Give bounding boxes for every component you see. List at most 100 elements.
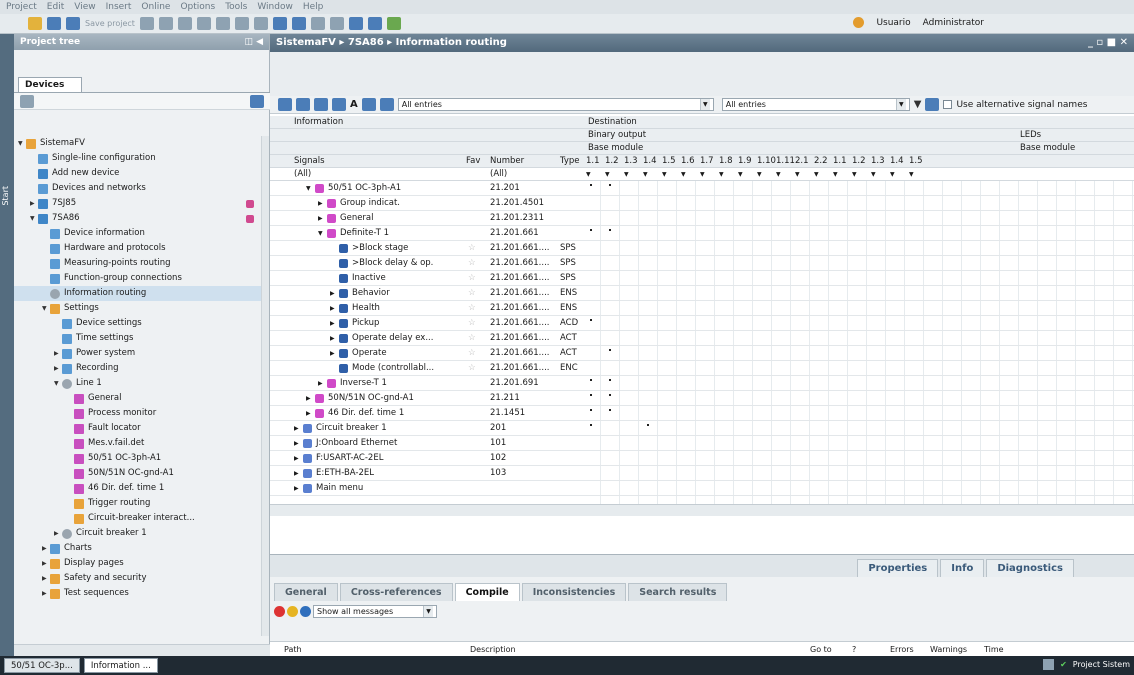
tab-properties[interactable]: Properties (857, 559, 939, 577)
table-row[interactable]: ▶ Group indicat. 21.201.4501 (270, 196, 1134, 211)
editor-hscrollbar[interactable] (270, 504, 1134, 516)
table-row[interactable]: ▶ 50N/51N OC-gnd-A1 21.211 (270, 391, 1134, 406)
collapse-icon[interactable]: ◫ ◀ (244, 37, 263, 47)
paste-icon[interactable] (196, 17, 211, 30)
tree-item[interactable]: Information routing (14, 286, 262, 301)
table-row[interactable]: ▶ F:USART-AC-2EL 102 (270, 451, 1134, 466)
table-row[interactable]: >Block delay & op. ☆ 21.201.661.... SPS (270, 256, 1134, 271)
column-filter-icon[interactable]: ▼ (662, 168, 667, 181)
expand-icon[interactable]: ▶ (306, 391, 311, 406)
filter-table-icon[interactable] (379, 98, 394, 111)
routing-mark[interactable] (590, 229, 592, 231)
expand-icon[interactable]: ▶ (42, 586, 50, 601)
column-filter-icon[interactable]: ▼ (852, 168, 857, 181)
layout-icon[interactable] (314, 98, 328, 111)
tree-item[interactable]: 50N/51N OC-gnd-A1 (14, 466, 262, 481)
split-horizontal-icon[interactable] (348, 17, 363, 30)
column-filter-icon[interactable]: ▼ (700, 168, 705, 181)
expand-icon[interactable]: ▶ (294, 451, 299, 466)
open-project-icon[interactable] (47, 17, 61, 30)
table-row[interactable]: ▶ Health ☆ 21.201.661.... ENS (270, 301, 1134, 316)
favorite-star-icon[interactable]: ☆ (468, 346, 476, 361)
favorite-star-icon[interactable]: ☆ (468, 316, 476, 331)
tab-search-results[interactable]: Search results (628, 583, 728, 601)
task-information-routing[interactable]: Information ... (83, 658, 158, 673)
tree-item[interactable]: ▶ Safety and security (14, 571, 262, 586)
table-row[interactable]: ▶ General 21.201.2311 (270, 211, 1134, 226)
expand-icon[interactable]: ▶ (42, 556, 50, 571)
collapse-all-icon[interactable] (296, 98, 310, 111)
routing-mark[interactable] (609, 409, 611, 411)
menu-item-help[interactable]: Help (303, 2, 324, 12)
routing-mark[interactable] (590, 409, 592, 411)
table-row[interactable]: ▼ 50/51 OC-3ph-A1 21.201 (270, 181, 1134, 196)
column-filter-icon[interactable]: ▼ (624, 168, 629, 181)
column-filter-icon[interactable]: ▼ (719, 168, 724, 181)
table-row[interactable]: >Block stage ☆ 21.201.661.... SPS (270, 241, 1134, 256)
error-icon[interactable] (274, 606, 285, 617)
routing-mark[interactable] (609, 379, 611, 381)
print-icon[interactable] (139, 17, 154, 30)
tree-view-icon[interactable] (20, 95, 34, 108)
column-filter-icon[interactable]: ▼ (814, 168, 819, 181)
table-row[interactable]: Inactive ☆ 21.201.661.... SPS (270, 271, 1134, 286)
table-row[interactable]: Mode (controllabl... ☆ 21.201.661.... ENC (270, 361, 1134, 376)
tree-item[interactable]: 46 Dir. def. time 1 (14, 481, 262, 496)
table-row[interactable]: ▶ J:Onboard Ethernet 101 (270, 436, 1134, 451)
column-filter-icon[interactable]: ▼ (738, 168, 743, 181)
column-filter-icon[interactable]: ▼ (776, 168, 781, 181)
portal-icon[interactable] (1043, 659, 1055, 670)
expanded-icon[interactable]: ▼ (54, 376, 62, 391)
warning-icon[interactable] (287, 606, 298, 617)
tree-item[interactable]: Fault locator (14, 421, 262, 436)
column-filter-icon[interactable]: ▼ (681, 168, 686, 181)
column-filter-icon[interactable]: ▼ (795, 168, 800, 181)
message-filter-select[interactable]: Show all messages ▼ (313, 605, 437, 618)
expand-icon[interactable]: ▶ (306, 406, 311, 421)
routing-mark[interactable] (609, 394, 611, 396)
tab-info[interactable]: Info (940, 559, 985, 577)
expand-icon[interactable]: ▶ (54, 526, 62, 541)
close-icon[interactable] (329, 17, 344, 30)
expand-icon[interactable]: ▶ (318, 211, 323, 226)
tree-item[interactable]: Time settings (14, 331, 262, 346)
expand-icon[interactable]: ▶ (42, 541, 50, 556)
tree-item[interactable]: ▶ Recording (14, 361, 262, 376)
tree-item[interactable]: Mes.v.fail.det (14, 436, 262, 451)
expand-icon[interactable]: ▶ (294, 421, 299, 436)
routing-mark[interactable] (590, 424, 592, 426)
cut-icon[interactable] (158, 17, 173, 30)
table-row[interactable]: ▶ Inverse-T 1 21.201.691 (270, 376, 1134, 391)
column-filter-icon[interactable]: ▼ (909, 168, 914, 181)
expand-all-icon[interactable] (278, 98, 292, 111)
filter-icon[interactable]: ▼ (914, 99, 922, 110)
task-5051-editor[interactable]: 50/51 OC-3p... (4, 658, 80, 673)
font-icon[interactable]: A (350, 99, 358, 110)
menu-item-options[interactable]: Options (180, 2, 215, 12)
column-filter-icon[interactable]: ▼ (890, 168, 895, 181)
expanded-icon[interactable]: ▼ (18, 136, 26, 151)
table-row[interactable]: ▶ E:ETH-BA-2EL 103 (270, 466, 1134, 481)
routing-mark[interactable] (609, 184, 611, 186)
routing-mark[interactable] (590, 379, 592, 381)
menu-item-online[interactable]: Online (141, 2, 170, 12)
tab-inconsistencies[interactable]: Inconsistencies (521, 583, 627, 601)
column-filter-icon[interactable]: ▼ (586, 168, 591, 181)
table-row[interactable]: ▶ Behavior ☆ 21.201.661.... ENS (270, 286, 1134, 301)
tab-diagnostics[interactable]: Diagnostics (986, 559, 1074, 577)
tree-item[interactable]: General (14, 391, 262, 406)
csv-icon[interactable] (925, 98, 940, 111)
expand-icon[interactable]: ▶ (318, 196, 323, 211)
tree-item[interactable]: Devices and networks (14, 181, 262, 196)
new-project-icon[interactable] (28, 17, 42, 30)
tree-item[interactable]: ▶ 7SJ85 (14, 196, 262, 211)
expand-icon[interactable]: ▶ (42, 571, 50, 586)
tab-general[interactable]: General (274, 583, 338, 601)
column-filter-icon[interactable]: ▼ (833, 168, 838, 181)
menu-item-edit[interactable]: Edit (47, 2, 64, 12)
expand-icon[interactable]: ▶ (330, 286, 335, 301)
filter1-select[interactable]: All entries ▼ (397, 98, 714, 111)
favorite-star-icon[interactable]: ☆ (468, 256, 476, 271)
tree-item[interactable]: Device settings (14, 316, 262, 331)
table-row[interactable]: ▶ Main menu (270, 481, 1134, 496)
